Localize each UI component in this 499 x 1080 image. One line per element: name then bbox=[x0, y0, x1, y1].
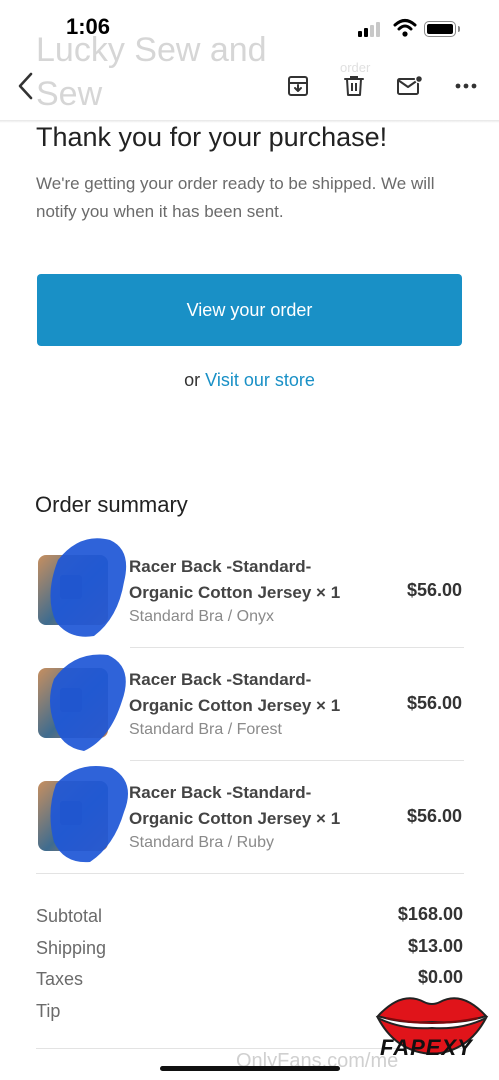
archive-button[interactable] bbox=[278, 66, 318, 106]
item-variant: Standard Bra / Onyx bbox=[129, 608, 274, 625]
battery-icon bbox=[424, 21, 460, 37]
home-indicator[interactable] bbox=[160, 1066, 340, 1071]
taxes-label: Taxes bbox=[36, 969, 84, 989]
delete-button[interactable] bbox=[334, 66, 374, 106]
archive-icon bbox=[288, 76, 308, 96]
order-item: Racer Back -Standard- Organic Cotton Jer… bbox=[36, 649, 464, 761]
item-name: Racer Back -Standard- Organic Cotton Jer… bbox=[129, 783, 341, 828]
message-subtext: We're getting your order ready to be shi… bbox=[36, 174, 435, 221]
item-variant: Standard Bra / Ruby bbox=[129, 834, 274, 851]
subtotal-value: $168.00 bbox=[397, 904, 463, 924]
item-name: Racer Back -Standard- Organic Cotton Jer… bbox=[129, 557, 341, 602]
tip-label: Tip bbox=[36, 1001, 61, 1021]
item-divider bbox=[130, 647, 464, 648]
order-item: Racer Back -Standard- Organic Cotton Jer… bbox=[36, 762, 464, 874]
visit-store-link[interactable]: Visit our store bbox=[205, 370, 315, 390]
mark-unread-button[interactable] bbox=[390, 66, 430, 106]
more-icon bbox=[455, 83, 477, 89]
view-order-button[interactable]: View your order bbox=[37, 274, 462, 346]
item-price: $56.00 bbox=[406, 580, 462, 600]
headline: Thank you for your purchase! bbox=[36, 122, 388, 152]
store-prefix: or bbox=[184, 370, 201, 390]
item-divider bbox=[130, 760, 464, 761]
redaction-scribble bbox=[50, 538, 127, 637]
email-toolbar bbox=[0, 56, 499, 120]
more-button[interactable] bbox=[446, 66, 486, 106]
summary-divider bbox=[36, 873, 464, 874]
redaction-scribble bbox=[50, 766, 128, 863]
store-line: or Visit our store bbox=[0, 370, 499, 391]
item-price: $56.00 bbox=[406, 806, 462, 826]
mail-unread-icon bbox=[397, 74, 424, 95]
redaction-scribble bbox=[50, 654, 126, 751]
wifi-icon bbox=[393, 19, 417, 37]
logo-text: FAPEXY bbox=[380, 1035, 473, 1060]
shipping-label: Shipping bbox=[36, 938, 107, 958]
item-name: Racer Back -Standard- Organic Cotton Jer… bbox=[129, 670, 341, 715]
item-variant: Standard Bra / Forest bbox=[129, 721, 282, 738]
lips-logo-icon bbox=[375, 997, 489, 1056]
trash-icon bbox=[344, 76, 364, 96]
order-summary-title: Order summary bbox=[35, 492, 188, 517]
back-button[interactable] bbox=[6, 66, 46, 106]
taxes-value: $0.00 bbox=[417, 967, 463, 987]
back-icon bbox=[18, 72, 33, 100]
shipping-value: $13.00 bbox=[407, 936, 463, 956]
subtotal-label: Subtotal bbox=[36, 906, 103, 926]
order-item: Racer Back -Standard- Organic Cotton Jer… bbox=[36, 536, 464, 648]
item-price: $56.00 bbox=[406, 693, 462, 713]
cellular-signal-icon bbox=[358, 21, 384, 37]
